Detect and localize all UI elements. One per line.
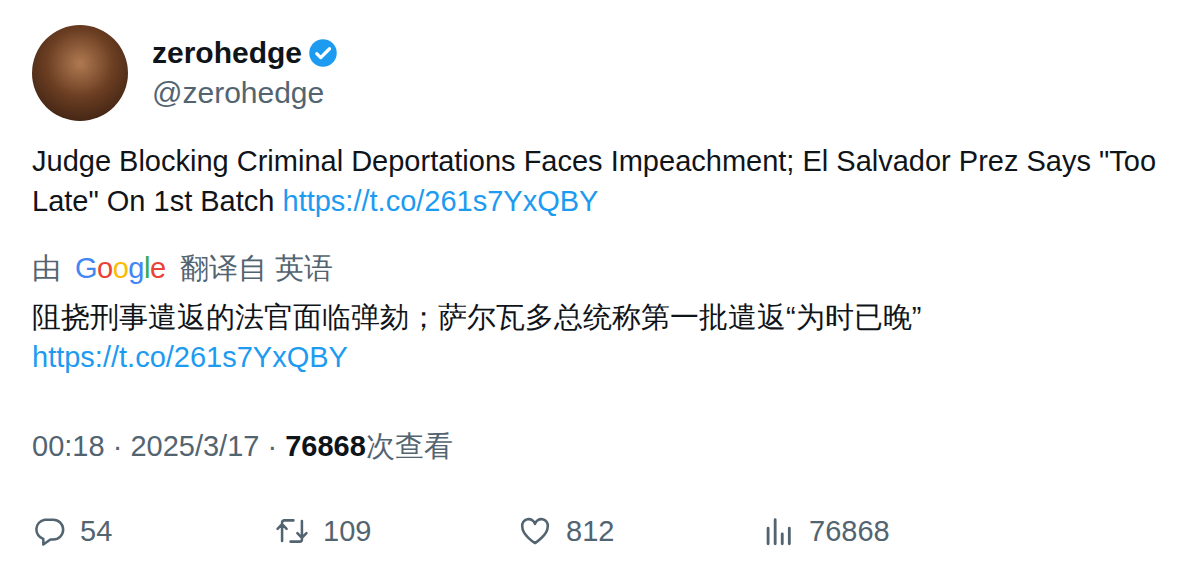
tweet-text: Judge Blocking Criminal Deportations Fac… [32, 141, 1164, 221]
source-language: 英语 [275, 252, 333, 284]
stat-count: 76868 [809, 515, 890, 548]
view-count: 76868 [285, 430, 366, 462]
avatar-image[interactable] [32, 25, 128, 121]
tweet-link[interactable]: https://t.co/261s7YxQBY [283, 185, 599, 217]
author-name[interactable]: zerohedge [152, 34, 302, 72]
views-label: 次查看 [366, 430, 453, 462]
reply-icon [32, 514, 66, 548]
google-letter: l [144, 252, 150, 284]
tweet-time[interactable]: 00:18 [32, 430, 105, 462]
google-letter: G [75, 252, 97, 284]
stat-count: 812 [566, 515, 614, 548]
verified-badge-icon [308, 38, 338, 68]
from-label: 翻译自 [180, 252, 267, 284]
translation-source: 翻译自 英语 [180, 248, 333, 288]
tweet-header: zerohedge@zerohedge [32, 25, 1164, 121]
stat-count: 54 [80, 515, 112, 548]
google-letter: o [113, 252, 129, 284]
stat-count: 109 [323, 515, 371, 548]
bar-chart-icon [761, 514, 795, 548]
retweet-icon [275, 514, 309, 548]
retweet-button[interactable]: 109 [275, 514, 518, 548]
views-button[interactable]: 76868 [761, 514, 1004, 548]
engagement-bar: 54 109 812 76868 [32, 514, 1164, 548]
separator: · [267, 430, 277, 462]
google-letter: e [150, 252, 166, 284]
author-handle[interactable]: @zerohedge [152, 74, 338, 112]
tweet-date[interactable]: 2025/3/17 [130, 430, 259, 462]
translated-link[interactable]: https://t.co/261s7YxQBY [32, 337, 1164, 377]
author-info: zerohedge@zerohedge [152, 34, 338, 112]
reply-button[interactable]: 54 [32, 514, 275, 548]
translation-label: 由Google翻译自 英语 [32, 248, 1164, 288]
google-letter: o [97, 252, 113, 284]
name-row: zerohedge [152, 34, 338, 72]
heart-icon [518, 514, 552, 548]
google-letter: g [128, 252, 144, 284]
translated-body: 阻挠刑事遣返的法官面临弹劾；萨尔瓦多总统称第一批遣返“为时已晚” [32, 297, 1164, 337]
tweet-meta: 00:18 · 2025/3/17 · 76868次查看 [32, 426, 1164, 466]
like-button[interactable]: 812 [518, 514, 761, 548]
google-logo[interactable]: Google [75, 248, 166, 288]
translated-text: 阻挠刑事遣返的法官面临弹劾；萨尔瓦多总统称第一批遣返“为时已晚”https://… [32, 297, 1164, 377]
separator: · [113, 430, 123, 462]
translation-prefix: 由 [32, 248, 61, 288]
